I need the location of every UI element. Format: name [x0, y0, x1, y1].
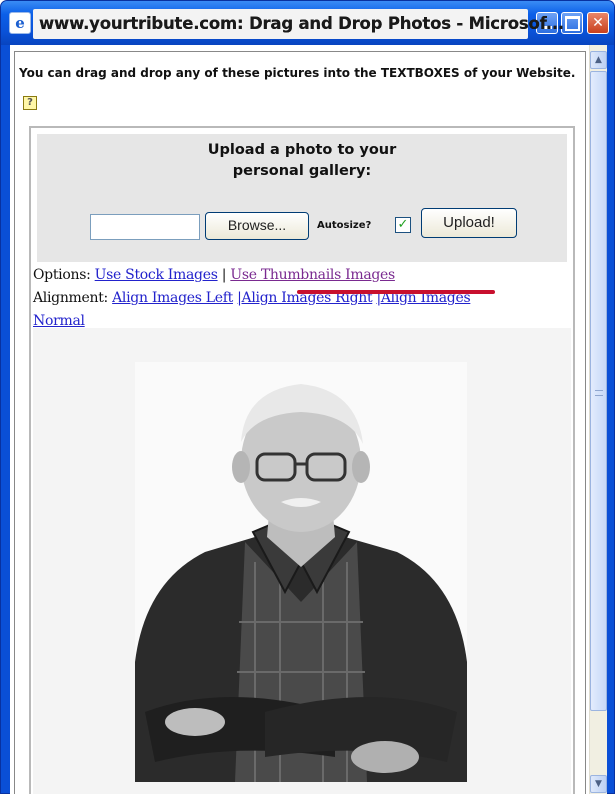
- gallery-panel: Upload a photo to your personal gallery:…: [29, 126, 575, 794]
- scroll-up-arrow-icon[interactable]: ▲: [590, 51, 607, 69]
- page-viewport: You can drag and drop any of these pictu…: [14, 51, 586, 794]
- upload-box: Upload a photo to your personal gallery:…: [37, 134, 567, 262]
- alignment-label: Alignment:: [33, 290, 108, 306]
- title-bar[interactable]: e www.yourtribute.com: Drag and Drop Pho…: [1, 1, 614, 45]
- vertical-scrollbar[interactable]: ▲ ▼: [589, 45, 607, 794]
- intro-text: You can drag and drop any of these pictu…: [19, 58, 579, 118]
- portrait-photo[interactable]: [135, 362, 467, 782]
- file-path-input[interactable]: [90, 214, 200, 240]
- close-icon[interactable]: ✕: [587, 12, 609, 34]
- options-line: Options: Use Stock Images | Use Thumbnai…: [33, 264, 563, 287]
- use-thumbnails-images-link[interactable]: Use Thumbnails Images: [230, 267, 395, 283]
- upload-heading-line1: Upload a photo to your: [207, 142, 397, 158]
- options-block: Options: Use Stock Images | Use Thumbnai…: [33, 264, 563, 333]
- upload-heading: Upload a photo to your personal gallery:: [37, 140, 567, 182]
- browse-button[interactable]: Browse...: [205, 212, 309, 240]
- autosize-label: Autosize?: [317, 220, 372, 231]
- upload-button[interactable]: Upload!: [421, 208, 517, 238]
- scroll-grip-icon: [595, 390, 603, 396]
- use-stock-images-link[interactable]: Use Stock Images: [95, 267, 218, 283]
- scroll-down-arrow-icon[interactable]: ▼: [590, 775, 607, 793]
- options-label: Options:: [33, 267, 91, 283]
- highlight-underline: [297, 290, 495, 294]
- ie-page-icon: e: [9, 12, 31, 34]
- help-icon[interactable]: ?: [23, 96, 37, 110]
- scroll-thumb[interactable]: [590, 71, 607, 711]
- intro-line: You can drag and drop any of these pictu…: [19, 66, 576, 80]
- options-separator: |: [221, 267, 227, 283]
- browser-popup-window: e www.yourtribute.com: Drag and Drop Pho…: [0, 0, 615, 794]
- window-title: www.yourtribute.com: Drag and Drop Photo…: [39, 13, 564, 33]
- photo-area: [33, 328, 571, 794]
- maximize-icon[interactable]: [561, 12, 583, 34]
- align-left-link[interactable]: Align Images Left: [112, 290, 233, 306]
- align-normal-link-continued[interactable]: Normal: [33, 313, 85, 329]
- upload-heading-line2: personal gallery:: [232, 163, 372, 179]
- autosize-checkbox[interactable]: ✓: [395, 217, 411, 233]
- client-area: You can drag and drop any of these pictu…: [10, 45, 607, 794]
